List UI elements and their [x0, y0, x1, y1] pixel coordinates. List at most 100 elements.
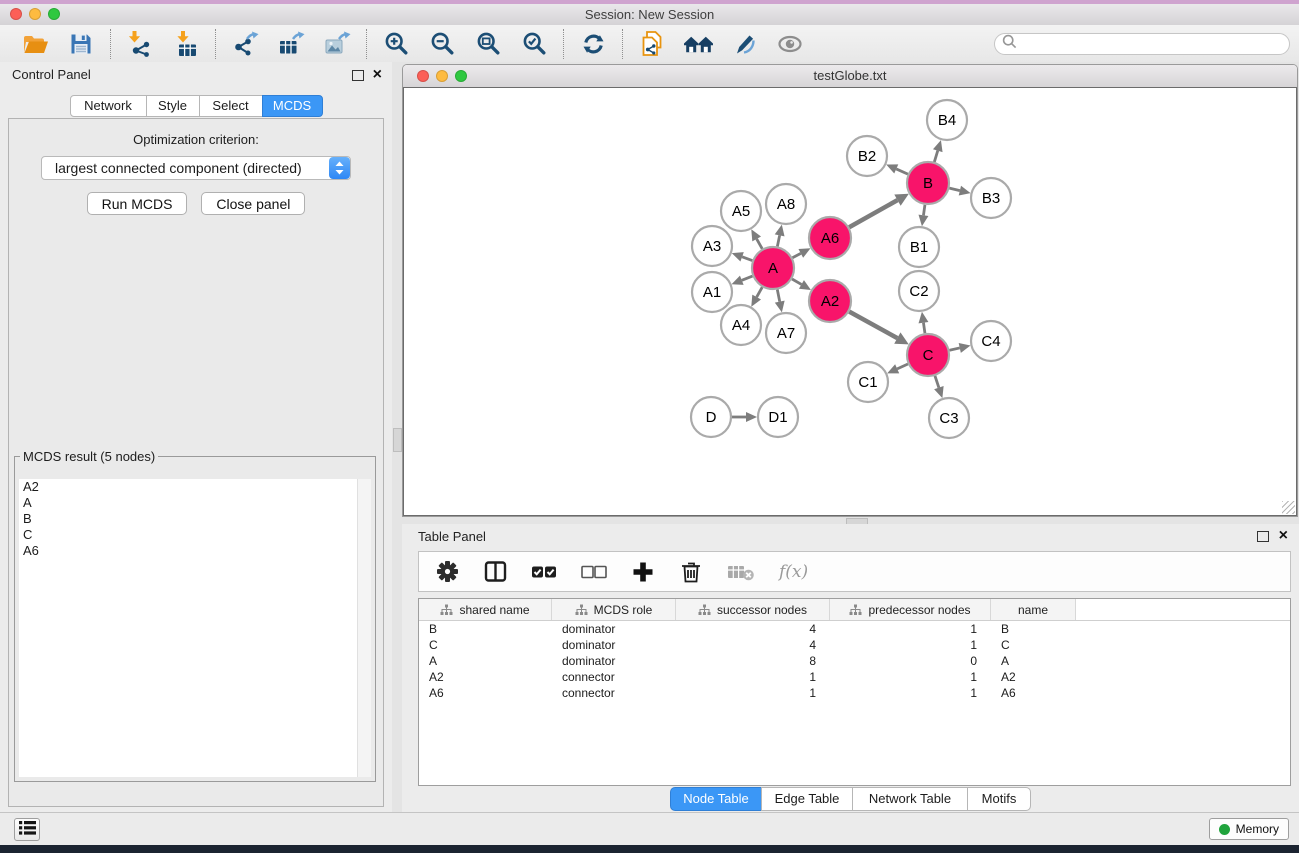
result-list-scrollbar[interactable]: [357, 479, 371, 777]
main-titlebar[interactable]: Session: New Session: [0, 4, 1299, 26]
graph-node-A[interactable]: A: [752, 247, 794, 289]
import-network-button[interactable]: [122, 28, 158, 60]
graph-node-B3[interactable]: B3: [971, 178, 1011, 218]
deselect-all-button[interactable]: [581, 557, 607, 587]
network-minimize-traffic-light[interactable]: [436, 70, 448, 82]
graph-edge-C-C1[interactable]: [897, 364, 908, 369]
table-row[interactable]: Bdominator41B: [419, 621, 1290, 637]
tab-edge-table[interactable]: Edge Table: [761, 787, 853, 811]
tab-style[interactable]: Style: [146, 95, 200, 117]
graph-edge-A-A4[interactable]: [757, 287, 763, 297]
mcds-result-item[interactable]: A6: [19, 543, 358, 559]
export-image-button[interactable]: [319, 28, 355, 60]
table-cell[interactable]: 1: [676, 686, 830, 700]
graph-node-B4[interactable]: B4: [927, 100, 967, 140]
table-cell[interactable]: 1: [830, 622, 991, 636]
column-header-MCDS-role[interactable]: MCDS role: [552, 599, 676, 620]
table-cell[interactable]: C: [991, 638, 1076, 652]
columns-button[interactable]: [483, 557, 507, 587]
import-table-button[interactable]: [168, 28, 204, 60]
graph-node-A5[interactable]: A5: [721, 191, 761, 231]
table-cell[interactable]: B: [991, 622, 1076, 636]
mcds-result-list[interactable]: A2ABCA6: [19, 479, 358, 777]
mcds-result-item[interactable]: A2: [19, 479, 358, 495]
export-table-button[interactable]: [273, 28, 309, 60]
show-graphics-button[interactable]: [772, 28, 808, 60]
criterion-select[interactable]: largest connected component (directed): [41, 156, 351, 180]
gear-button[interactable]: [435, 557, 459, 587]
mcds-result-item[interactable]: C: [19, 527, 358, 543]
close-panel-button[interactable]: Close panel: [201, 192, 305, 215]
tab-network-table[interactable]: Network Table: [852, 787, 968, 811]
graph-node-B2[interactable]: B2: [847, 136, 887, 176]
graph-edge-A-A7[interactable]: [777, 290, 779, 302]
graph-edge-B-B3[interactable]: [949, 188, 959, 190]
graph-node-A7[interactable]: A7: [766, 313, 806, 353]
graph-node-D[interactable]: D: [691, 397, 731, 437]
task-history-button[interactable]: [14, 818, 40, 841]
graph-node-A8[interactable]: A8: [766, 184, 806, 224]
table-cell[interactable]: 4: [676, 622, 830, 636]
table-row[interactable]: Cdominator41C: [419, 637, 1290, 653]
tab-mcds[interactable]: MCDS: [262, 95, 323, 117]
table-cell[interactable]: connector: [552, 670, 676, 684]
tab-network[interactable]: Network: [70, 95, 147, 117]
zoom-fit-button[interactable]: [470, 28, 506, 60]
graph-node-A4[interactable]: A4: [721, 305, 761, 345]
graph-node-C4[interactable]: C4: [971, 321, 1011, 361]
network-canvas[interactable]: AA1A2A3A4A5A6A7A8BB1B2B3B4CC1C2C3C4DD1: [403, 87, 1297, 516]
memory-button[interactable]: Memory: [1209, 818, 1289, 840]
graph-node-D1[interactable]: D1: [758, 397, 798, 437]
save-session-button[interactable]: [63, 28, 99, 60]
table-cell[interactable]: connector: [552, 686, 676, 700]
network-zoom-traffic-light[interactable]: [455, 70, 467, 82]
graph-node-C[interactable]: C: [907, 334, 949, 376]
graph-edge-A-A5[interactable]: [757, 239, 763, 249]
graph-node-A3[interactable]: A3: [692, 226, 732, 266]
panel-divider-horizontal[interactable]: [402, 517, 1299, 524]
search-input[interactable]: [1017, 35, 1289, 52]
search-box[interactable]: [994, 33, 1290, 55]
graph-node-C3[interactable]: C3: [929, 398, 969, 438]
table-close-panel-icon[interactable]: ×: [1279, 526, 1288, 546]
table-cell[interactable]: B: [419, 622, 552, 636]
resize-grip-icon[interactable]: [1282, 501, 1295, 514]
table-cell[interactable]: A2: [991, 670, 1076, 684]
graph-edge-C-C3[interactable]: [935, 376, 939, 388]
first-neighbors-button[interactable]: [680, 28, 716, 60]
table-float-panel-icon[interactable]: [1257, 531, 1269, 542]
float-panel-icon[interactable]: [352, 70, 364, 81]
table-cell[interactable]: 1: [830, 638, 991, 652]
zoom-selected-button[interactable]: [516, 28, 552, 60]
table-cell[interactable]: A6: [419, 686, 552, 700]
table-cell[interactable]: 4: [676, 638, 830, 652]
network-window-titlebar[interactable]: testGlobe.txt: [403, 65, 1297, 88]
graph-edge-A-A3[interactable]: [742, 257, 752, 261]
tab-motifs[interactable]: Motifs: [967, 787, 1031, 811]
table-cell[interactable]: 0: [830, 654, 991, 668]
graph-edge-A-A1[interactable]: [742, 276, 753, 280]
mcds-result-item[interactable]: A: [19, 495, 358, 511]
table-cell[interactable]: A: [991, 654, 1076, 668]
table-cell[interactable]: dominator: [552, 638, 676, 652]
export-network-button[interactable]: [227, 28, 263, 60]
zoom-out-button[interactable]: [424, 28, 460, 60]
select-all-button[interactable]: [531, 557, 557, 587]
column-header-successor-nodes[interactable]: successor nodes: [676, 599, 830, 620]
divider-grip-icon[interactable]: [393, 428, 402, 452]
open-file-button[interactable]: [17, 28, 53, 60]
graph-edge-A-A6[interactable]: [792, 253, 800, 257]
graph-node-C1[interactable]: C1: [848, 362, 888, 402]
graph-node-B[interactable]: B: [907, 162, 949, 204]
table-cell[interactable]: dominator: [552, 654, 676, 668]
table-cell[interactable]: A: [419, 654, 552, 668]
column-header-shared-name[interactable]: shared name: [419, 599, 552, 620]
graph-edge-A6-B[interactable]: [849, 200, 897, 227]
add-button[interactable]: [631, 557, 655, 587]
graph-edge-A2-C[interactable]: [849, 312, 897, 338]
graph-edge-B-B4[interactable]: [934, 151, 937, 162]
panel-divider-vertical[interactable]: [392, 62, 402, 813]
table-cell[interactable]: 8: [676, 654, 830, 668]
graph-node-A1[interactable]: A1: [692, 272, 732, 312]
tab-select[interactable]: Select: [199, 95, 263, 117]
